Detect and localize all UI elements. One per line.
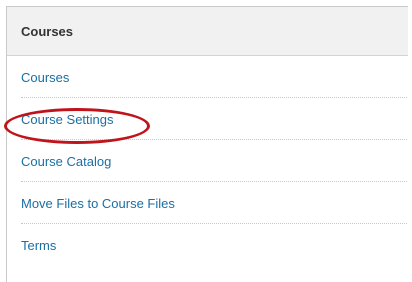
menu-item-label[interactable]: Course Settings: [21, 112, 114, 128]
panel-header: Courses: [7, 7, 408, 56]
menu-item-label[interactable]: Courses: [21, 70, 69, 86]
menu-item-course-catalog[interactable]: Course Catalog: [21, 140, 407, 182]
menu-item-label[interactable]: Terms: [21, 238, 56, 254]
menu-item-label[interactable]: Move Files to Course Files: [21, 196, 175, 212]
courses-panel: Courses Courses Course Settings Course C…: [6, 6, 408, 282]
menu-item-terms[interactable]: Terms: [21, 224, 407, 266]
menu-item-course-settings[interactable]: Course Settings: [21, 98, 407, 140]
menu-item-courses[interactable]: Courses: [21, 56, 407, 98]
page: Courses Courses Course Settings Course C…: [0, 0, 412, 282]
panel-title: Courses: [21, 24, 74, 39]
menu-item-label[interactable]: Course Catalog: [21, 154, 111, 170]
menu-item-move-files[interactable]: Move Files to Course Files: [21, 182, 407, 224]
